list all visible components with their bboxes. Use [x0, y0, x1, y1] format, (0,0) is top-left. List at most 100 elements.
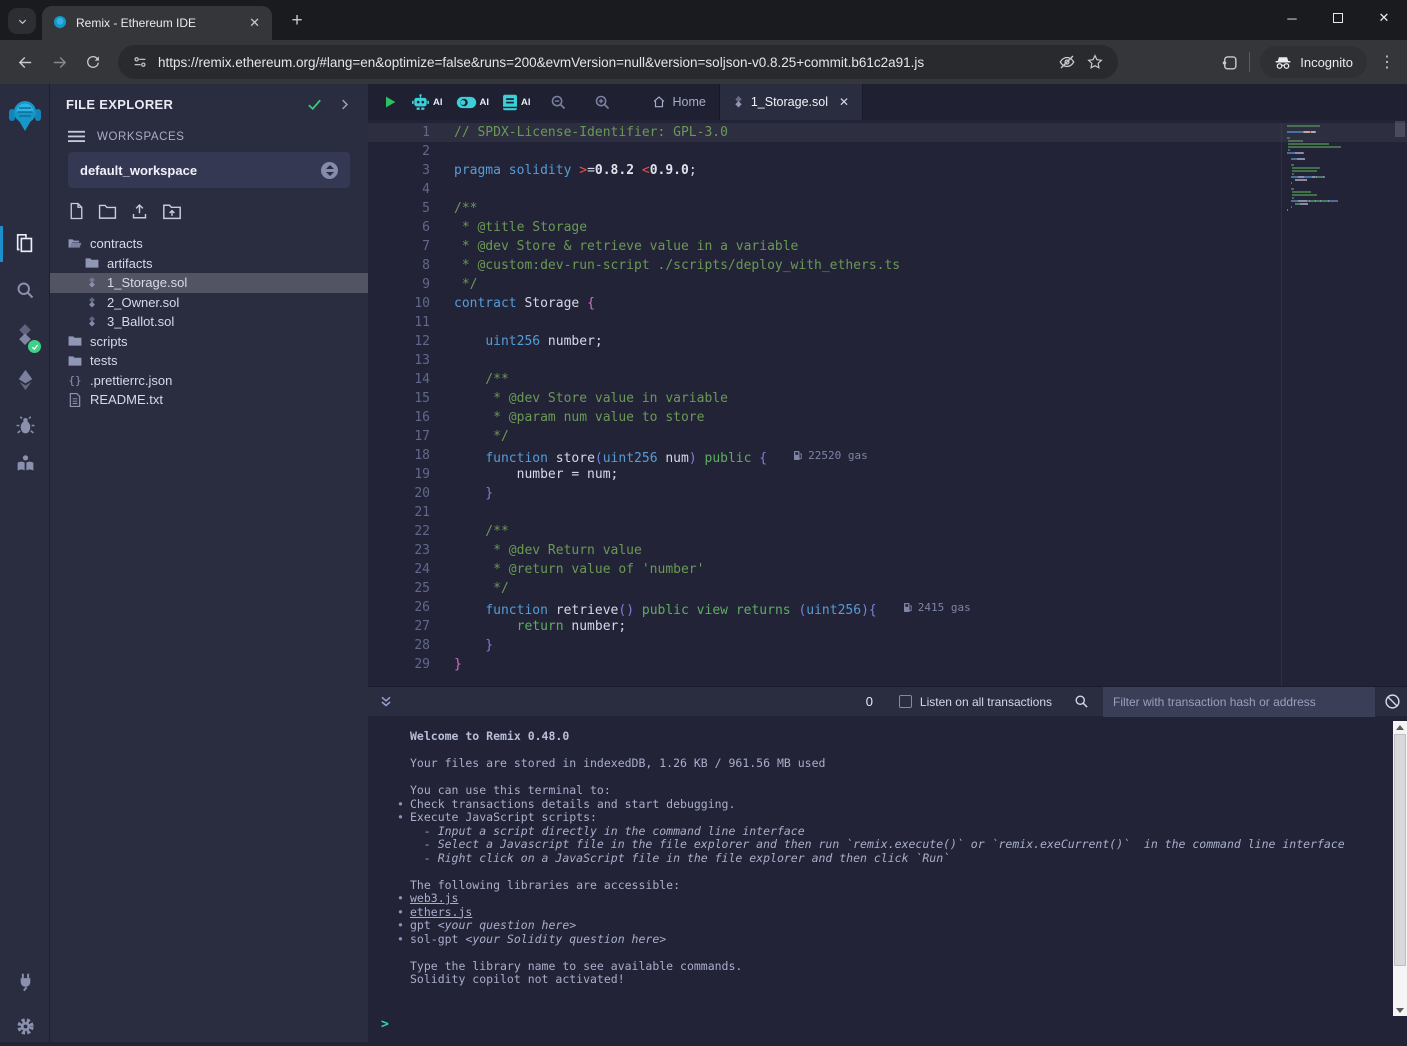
line-number: 8: [368, 256, 430, 275]
folder-icon: [85, 257, 99, 269]
solidity-icon: [85, 276, 99, 289]
zoom-in-button[interactable]: [594, 94, 611, 111]
terminal-collapse-icon[interactable]: [379, 695, 393, 709]
sidebar-item-solidity-compiler[interactable]: [0, 315, 50, 355]
accept-check-icon[interactable]: [306, 96, 323, 113]
sidebar-item-plugin-manager[interactable]: [0, 962, 50, 1002]
gas-estimate-badge: 22520 gas: [793, 446, 868, 465]
hamburger-menu-icon[interactable]: [68, 130, 85, 143]
line-number: 23: [368, 541, 430, 560]
line-number: 18: [368, 446, 430, 465]
terminal[interactable]: Welcome to Remix 0.48.0Your files are st…: [368, 716, 1407, 1042]
scrollbar-thumb[interactable]: [1394, 734, 1406, 966]
code-line-10: 10contract Storage {: [368, 294, 1407, 313]
clear-listen-ban-icon[interactable]: [1384, 693, 1401, 710]
line-number: 10: [368, 294, 430, 313]
code-line-18: 18 function store(uint256 num) public {2…: [368, 446, 1407, 465]
browser-tab[interactable]: Remix - Ethereum IDE ✕: [42, 6, 272, 40]
folder-icon: [68, 355, 82, 367]
ai-copilot-button[interactable]: AI: [411, 94, 443, 111]
line-number: 20: [368, 484, 430, 503]
tab-storage-sol[interactable]: 1_Storage.sol ✕: [719, 84, 863, 120]
listen-all-checkbox[interactable]: [899, 695, 912, 708]
bullet: •: [397, 892, 404, 906]
tree-item-artifacts[interactable]: artifacts: [50, 254, 368, 274]
line-number: 9: [368, 275, 430, 294]
line-number: 17: [368, 427, 430, 446]
tree-item-2_Owner.sol[interactable]: 2_Owner.sol: [50, 293, 368, 313]
scroll-up-arrow-icon[interactable]: [1393, 721, 1407, 733]
eye-off-icon[interactable]: [1058, 53, 1076, 71]
tree-item-tests[interactable]: tests: [50, 351, 368, 371]
tree-item-scripts[interactable]: scripts: [50, 332, 368, 352]
sidebar-item-learneth[interactable]: [0, 443, 50, 483]
address-bar[interactable]: https://remix.ethereum.org/#lang=en&opti…: [118, 45, 1118, 79]
bookmark-star-icon[interactable]: [1086, 53, 1104, 71]
terminal-line: - Right click on a JavaScript file in th…: [368, 852, 1407, 866]
sidebar-item-search[interactable]: [0, 270, 50, 310]
workspace-select[interactable]: default_workspace: [68, 152, 350, 188]
listen-all-label: Listen on all transactions: [920, 695, 1052, 709]
code-line-14: 14 /**: [368, 370, 1407, 389]
file-icon: [68, 393, 82, 407]
tab-search-button[interactable]: [8, 8, 36, 34]
home-icon: [652, 95, 666, 109]
code-editor[interactable]: 1// SPDX-License-Identifier: GPL-3.023pr…: [368, 120, 1407, 686]
tree-item-3_Ballot.sol[interactable]: 3_Ballot.sol: [50, 312, 368, 332]
ai-toggle-button[interactable]: AI: [456, 95, 490, 110]
terminal-line: Type the library name to see available c…: [368, 960, 1407, 974]
panel-chevron-right-icon[interactable]: [337, 97, 352, 112]
browser-chrome: Remix - Ethereum IDE ✕ + ─ ✕ https://rem…: [0, 0, 1407, 84]
sidebar-item-deploy-run[interactable]: [0, 360, 50, 400]
extensions-icon[interactable]: [1220, 53, 1239, 72]
code-line-29: 29}: [368, 655, 1407, 674]
tree-item-1_Storage.sol[interactable]: 1_Storage.sol: [50, 273, 368, 293]
terminal-scrollbar[interactable]: [1393, 721, 1407, 1016]
new-tab-button[interactable]: +: [284, 8, 310, 34]
bullet: •: [397, 906, 404, 920]
scroll-down-arrow-icon[interactable]: [1393, 1004, 1407, 1016]
window-close-button[interactable]: ✕: [1361, 0, 1407, 36]
back-button[interactable]: [8, 45, 42, 79]
folder-open-icon: [68, 237, 82, 250]
line-number: 5: [368, 199, 430, 218]
tree-item-contracts[interactable]: contracts: [50, 234, 368, 254]
line-number: 25: [368, 579, 430, 598]
terminal-line: •sol-gpt <your Solidity question here>: [368, 933, 1407, 947]
run-script-button[interactable]: [382, 94, 398, 110]
sidebar-item-file-explorer[interactable]: [0, 224, 50, 264]
editor-scrollbar[interactable]: [1393, 120, 1407, 686]
editor-minimap[interactable]: [1281, 123, 1393, 686]
browser-menu-button[interactable]: ⋮: [1377, 52, 1397, 72]
code-line-5: 5/**: [368, 199, 1407, 218]
tree-item-.prettierrc.json[interactable]: {}.prettierrc.json: [50, 371, 368, 391]
sidebar-item-debugger[interactable]: [0, 405, 50, 445]
tree-item-label: 2_Owner.sol: [107, 295, 179, 310]
ai-label: AI: [433, 97, 443, 108]
code-line-17: 17 */: [368, 427, 1407, 446]
tab-close-icon[interactable]: ✕: [839, 95, 849, 109]
terminal-search-icon[interactable]: [1074, 694, 1089, 709]
window-minimize-button[interactable]: ─: [1269, 0, 1315, 36]
new-file-icon[interactable]: [68, 202, 85, 220]
tab-close-icon[interactable]: ✕: [247, 15, 262, 31]
remix-logo[interactable]: [0, 94, 50, 138]
terminal-link-web3.js[interactable]: web3.js: [410, 891, 458, 905]
sidebar-item-settings[interactable]: [0, 1006, 50, 1046]
upload-folder-icon[interactable]: [162, 202, 182, 220]
line-number: 29: [368, 655, 430, 674]
terminal-prompt[interactable]: >: [381, 1018, 389, 1032]
ai-docs-button[interactable]: AI: [502, 94, 531, 111]
code-line-26: 26 function retrieve() public view retur…: [368, 598, 1407, 617]
window-maximize-button[interactable]: [1315, 0, 1361, 36]
tree-item-README.txt[interactable]: README.txt: [50, 390, 368, 410]
transaction-filter-input[interactable]: [1103, 687, 1375, 717]
new-folder-icon[interactable]: [98, 202, 117, 220]
tab-home[interactable]: Home: [639, 84, 719, 120]
forward-button[interactable]: [42, 45, 76, 79]
zoom-out-button[interactable]: [550, 94, 567, 111]
reload-button[interactable]: [76, 45, 110, 79]
upload-file-icon[interactable]: [130, 202, 149, 220]
browser-tabstrip: Remix - Ethereum IDE ✕ + ─ ✕: [0, 0, 1407, 40]
terminal-link-ethers.js[interactable]: ethers.js: [410, 905, 472, 919]
